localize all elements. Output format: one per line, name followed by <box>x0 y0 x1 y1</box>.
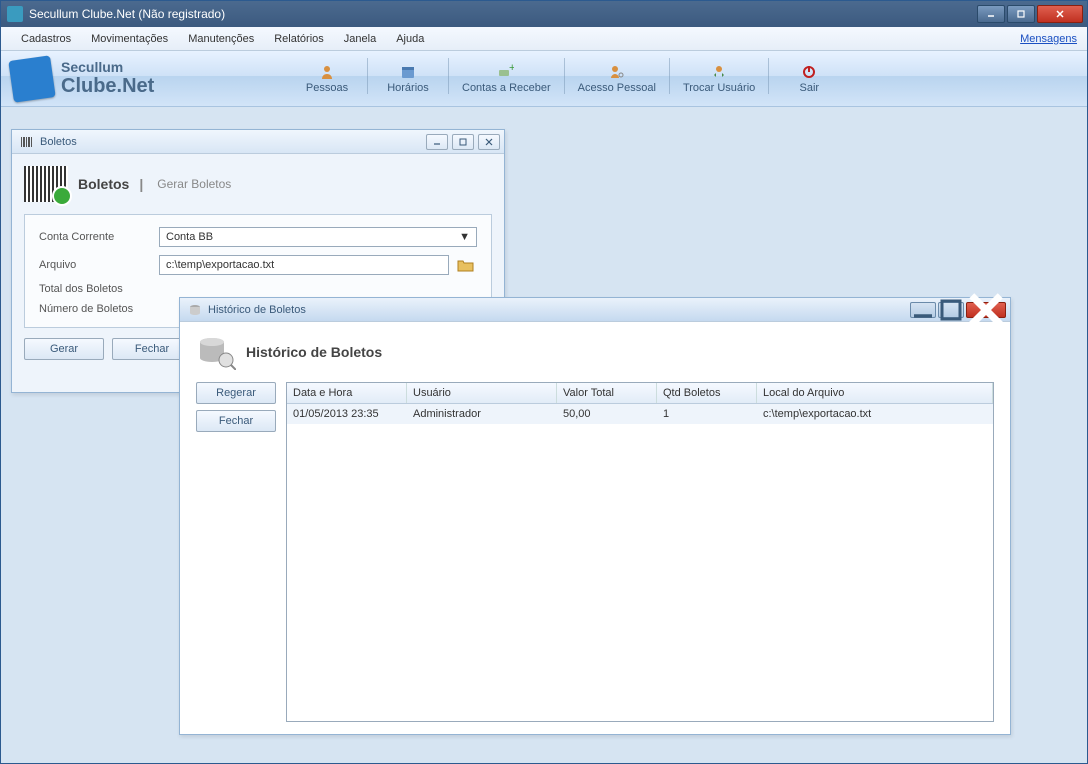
hist-fechar-button[interactable]: Fechar <box>196 410 276 432</box>
historico-window-title: Histórico de Boletos <box>208 304 910 316</box>
person-icon <box>319 64 335 80</box>
money-plus-icon: + <box>498 64 514 80</box>
conta-value: Conta BB <box>166 231 213 243</box>
table-row[interactable]: 01/05/2013 23:35 Administrador 50,00 1 c… <box>287 404 993 424</box>
menu-movimentacoes[interactable]: Movimentações <box>81 29 178 49</box>
main-window: Secullum Clube.Net (Não registrado) Cada… <box>0 0 1088 764</box>
historico-grid[interactable]: Data e Hora Usuário Valor Total Qtd Bole… <box>286 382 994 722</box>
historico-window-controls <box>910 302 1006 318</box>
key-person-icon <box>609 64 625 80</box>
menu-relatorios[interactable]: Relatórios <box>264 29 334 49</box>
regerar-button[interactable]: Regerar <box>196 382 276 404</box>
historico-close[interactable] <box>966 302 1006 318</box>
gerar-button[interactable]: Gerar <box>24 338 104 360</box>
arquivo-input[interactable] <box>159 255 449 275</box>
swap-user-icon <box>711 64 727 80</box>
calendar-icon <box>400 64 416 80</box>
menubar: Cadastros Movimentações Manutenções Rela… <box>1 27 1087 51</box>
messages-link[interactable]: Mensagens <box>1020 33 1077 45</box>
historico-window: Histórico de Boletos Histórico de Boleto… <box>179 297 1011 735</box>
historico-title: Histórico de Boletos <box>246 344 382 360</box>
tb-pessoas[interactable]: Pessoas <box>291 58 363 100</box>
brand-line1: Secullum <box>61 59 154 75</box>
barcode-icon <box>24 166 68 202</box>
conta-label: Conta Corrente <box>39 231 159 243</box>
power-icon <box>801 64 817 80</box>
col-data[interactable]: Data e Hora <box>287 383 407 403</box>
cell-usuario: Administrador <box>407 404 557 424</box>
conta-combo[interactable]: Conta BB ▼ <box>159 227 477 247</box>
tb-horarios[interactable]: Horários <box>372 58 444 100</box>
window-controls <box>977 5 1083 23</box>
cell-qtd: 1 <box>657 404 757 424</box>
grid-header: Data e Hora Usuário Valor Total Qtd Bole… <box>287 383 993 404</box>
cell-local: c:\temp\exportacao.txt <box>757 404 993 424</box>
window-title: Secullum Clube.Net (Não registrado) <box>29 7 977 21</box>
cell-valor: 50,00 <box>557 404 657 424</box>
numero-label: Número de Boletos <box>39 303 159 315</box>
historico-titlebar[interactable]: Histórico de Boletos <box>180 298 1010 322</box>
main-titlebar: Secullum Clube.Net (Não registrado) <box>1 1 1087 27</box>
brand-line2: Clube.Net <box>61 75 154 98</box>
historico-maximize[interactable] <box>938 302 964 318</box>
db-small-icon <box>188 303 202 317</box>
brand-cube-icon <box>8 55 55 102</box>
minimize-button[interactable] <box>977 5 1005 23</box>
col-usuario[interactable]: Usuário <box>407 383 557 403</box>
boletos-window-title: Boletos <box>40 136 426 148</box>
historico-minimize[interactable] <box>910 302 936 318</box>
ribbon: Secullum Clube.Net Pessoas Horários + Co… <box>1 51 1087 107</box>
close-button[interactable] <box>1037 5 1083 23</box>
folder-open-icon <box>457 258 475 272</box>
total-label: Total dos Boletos <box>39 283 159 295</box>
col-local[interactable]: Local do Arquivo <box>757 383 993 403</box>
app-icon <box>7 6 23 22</box>
mdi-area: Boletos Boletos | Gerar Boletos Conta Co… <box>1 107 1087 763</box>
toolbar: Pessoas Horários + Contas a Receber Aces… <box>291 58 1077 100</box>
boletos-window-controls <box>426 134 500 150</box>
menu-janela[interactable]: Janela <box>334 29 386 49</box>
brand: Secullum Clube.Net <box>11 58 291 100</box>
cell-data: 01/05/2013 23:35 <box>287 404 407 424</box>
historico-sidebar: Regerar Fechar <box>196 382 276 722</box>
col-qtd[interactable]: Qtd Boletos <box>657 383 757 403</box>
col-valor[interactable]: Valor Total <box>557 383 657 403</box>
boletos-titlebar[interactable]: Boletos <box>12 130 504 154</box>
boletos-section-sub: Gerar Boletos <box>157 177 231 191</box>
tb-acesso[interactable]: Acesso Pessoal <box>569 58 665 100</box>
maximize-button[interactable] <box>1007 5 1035 23</box>
tb-contas[interactable]: + Contas a Receber <box>453 58 560 100</box>
boletos-section-title: Boletos <box>78 176 129 192</box>
browse-button[interactable] <box>455 255 477 275</box>
database-icon <box>196 334 236 370</box>
boletos-close[interactable] <box>478 134 500 150</box>
tb-trocar[interactable]: Trocar Usuário <box>674 58 764 100</box>
chevron-down-icon: ▼ <box>459 231 470 243</box>
historico-header: Histórico de Boletos <box>196 334 994 370</box>
barcode-small-icon <box>20 135 34 149</box>
tb-sair[interactable]: Sair <box>773 58 845 100</box>
svg-text:+: + <box>509 64 514 74</box>
boletos-section-header: Boletos | Gerar Boletos <box>24 166 492 202</box>
menu-cadastros[interactable]: Cadastros <box>11 29 81 49</box>
menu-ajuda[interactable]: Ajuda <box>386 29 434 49</box>
menu-manutencoes[interactable]: Manutenções <box>178 29 264 49</box>
arquivo-label: Arquivo <box>39 259 159 271</box>
boletos-minimize[interactable] <box>426 134 448 150</box>
boletos-maximize[interactable] <box>452 134 474 150</box>
